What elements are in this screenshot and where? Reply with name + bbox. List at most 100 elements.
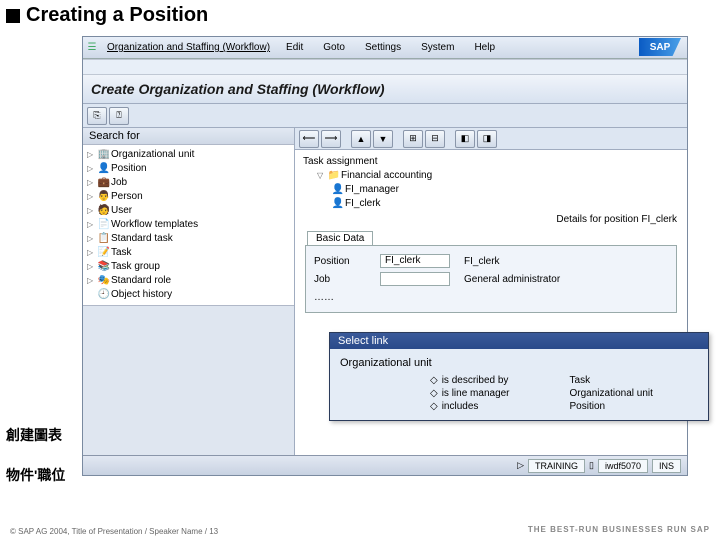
popup-columns: ◇is described by ◇is line manager ◇inclu… bbox=[340, 375, 698, 412]
window-title: Organization and Staffing (Workflow) bbox=[101, 42, 276, 53]
task-icon: 📝 bbox=[97, 247, 111, 258]
menu-system[interactable]: System bbox=[411, 42, 464, 53]
toolbar-btn-2[interactable]: ⍰ bbox=[109, 107, 129, 125]
search-list: ▷🏢Organizational unit ▷👤Position ▷💼Job ▷… bbox=[83, 145, 294, 306]
popup-heading: Organizational unit bbox=[340, 357, 698, 369]
collapse-icon[interactable]: ▽ bbox=[317, 171, 327, 180]
popup-title: Select link bbox=[330, 333, 708, 349]
toolbar-misc-4[interactable]: ◨ bbox=[477, 130, 497, 148]
menu-goto[interactable]: Goto bbox=[313, 42, 355, 53]
popup-right-col: Task Organizational unit Position bbox=[570, 375, 653, 412]
task-root[interactable]: ▽📁Financial accounting bbox=[303, 168, 679, 182]
annotation-2: 物件'職位 bbox=[6, 465, 65, 485]
toolbar-btn-1[interactable]: ⎘ bbox=[87, 107, 107, 125]
search-item-position[interactable]: ▷👤Position bbox=[87, 161, 290, 175]
task-tree: Task assignment ▽📁Financial accounting 👤… bbox=[295, 150, 687, 212]
position-name: FI_clerk bbox=[456, 256, 500, 267]
job-label: Job bbox=[314, 274, 374, 285]
expand-icon[interactable]: ▷ bbox=[87, 150, 97, 159]
status-arrow-icon: ▷ bbox=[517, 460, 524, 471]
expand-icon[interactable]: ▷ bbox=[87, 248, 97, 257]
search-item-history[interactable]: 🕘Object history bbox=[87, 287, 290, 301]
tab-basic-data[interactable]: Basic Data bbox=[307, 231, 687, 245]
position-label: Position bbox=[314, 256, 374, 267]
job-icon: 💼 bbox=[97, 177, 111, 188]
search-item-task[interactable]: ▷📝Task bbox=[87, 245, 290, 259]
search-header: Search for bbox=[83, 128, 294, 145]
menu-help[interactable]: Help bbox=[464, 42, 505, 53]
status-session: iwdf5070 bbox=[598, 459, 648, 473]
search-item-job[interactable]: ▷💼Job bbox=[87, 175, 290, 189]
expand-icon[interactable]: ▷ bbox=[87, 234, 97, 243]
details-header: Details for position FI_clerk bbox=[295, 212, 687, 227]
popup-left-col: ◇is described by ◇is line manager ◇inclu… bbox=[430, 375, 510, 412]
status-sep-icon: ▯ bbox=[589, 460, 594, 471]
search-panel: Search for ▷🏢Organizational unit ▷👤Posit… bbox=[83, 128, 295, 468]
expand-icon[interactable]: ▷ bbox=[87, 178, 97, 187]
app-toolbar: ⎘ ⍰ bbox=[83, 104, 687, 128]
toolbar-misc-2[interactable]: ⊟ bbox=[425, 130, 445, 148]
link-includes[interactable]: ◇includes bbox=[430, 401, 510, 412]
row-job: Job General administrator bbox=[314, 270, 668, 288]
expand-icon[interactable]: ▷ bbox=[87, 276, 97, 285]
expand-icon[interactable]: ▷ bbox=[87, 262, 97, 271]
link-line-manager[interactable]: ◇is line manager bbox=[430, 388, 510, 399]
status-mode: INS bbox=[652, 459, 681, 473]
search-item-org-unit[interactable]: ▷🏢Organizational unit bbox=[87, 147, 290, 161]
search-item-person[interactable]: ▷👨Person bbox=[87, 189, 290, 203]
task-child-1[interactable]: 👤FI_manager bbox=[303, 182, 679, 196]
stdrole-icon: 🎭 bbox=[97, 275, 111, 286]
link-target-position: Position bbox=[570, 401, 653, 412]
expand-icon[interactable]: ▷ bbox=[87, 206, 97, 215]
task-header: Task assignment bbox=[303, 154, 679, 168]
page-title: Create Organization and Staffing (Workfl… bbox=[83, 75, 687, 104]
annotation-1: 創建圖表 bbox=[6, 425, 62, 445]
person-icon: 👨 bbox=[97, 191, 111, 202]
menubar: ☰ Organization and Staffing (Workflow) E… bbox=[83, 37, 687, 59]
org-unit-icon: 🏢 bbox=[97, 149, 111, 160]
expand-icon[interactable]: ▷ bbox=[87, 192, 97, 201]
details-toolbar: ⟵ ⟶ ▲ ▼ ⊞ ⊟ ◧ ◨ bbox=[295, 128, 687, 150]
bullet-icon: ◇ bbox=[430, 375, 438, 386]
position-icon: 👤 bbox=[331, 184, 345, 195]
search-item-taskgroup[interactable]: ▷📚Task group bbox=[87, 259, 290, 273]
task-child-2[interactable]: 👤FI_clerk bbox=[303, 196, 679, 210]
nav-up-button[interactable]: ▲ bbox=[351, 130, 371, 148]
toolbar-misc-1[interactable]: ⊞ bbox=[403, 130, 423, 148]
command-bar bbox=[83, 59, 687, 75]
menu-settings[interactable]: Settings bbox=[355, 42, 411, 53]
window-menu-icon[interactable]: ☰ bbox=[83, 42, 101, 53]
link-target-task: Task bbox=[570, 375, 653, 386]
position-icon: 👤 bbox=[331, 198, 345, 209]
bullet-icon: ◇ bbox=[430, 388, 438, 399]
job-code-field[interactable] bbox=[380, 272, 450, 286]
basic-data-form: Position FI_clerk FI_clerk Job General a… bbox=[305, 245, 677, 313]
workflow-icon: 📄 bbox=[97, 219, 111, 230]
nav-prev-button[interactable]: ⟵ bbox=[299, 130, 319, 148]
slide-title: Creating a Position bbox=[0, 0, 720, 33]
status-client: TRAINING bbox=[528, 459, 585, 473]
taskgroup-icon: 📚 bbox=[97, 261, 111, 272]
position-icon: 👤 bbox=[97, 163, 111, 174]
nav-next-button[interactable]: ⟶ bbox=[321, 130, 341, 148]
menu-edit[interactable]: Edit bbox=[276, 42, 313, 53]
job-name: General administrator bbox=[456, 274, 560, 285]
link-described-by[interactable]: ◇is described by bbox=[430, 375, 510, 386]
row-position: Position FI_clerk FI_clerk bbox=[314, 252, 668, 270]
expand-icon[interactable]: ▷ bbox=[87, 164, 97, 173]
position-code-field[interactable]: FI_clerk bbox=[380, 254, 450, 268]
search-item-stdrole[interactable]: ▷🎭Standard role bbox=[87, 273, 290, 287]
search-item-user[interactable]: ▷🧑User bbox=[87, 203, 290, 217]
bullet-icon: ◇ bbox=[430, 401, 438, 412]
expand-icon[interactable]: ▷ bbox=[87, 220, 97, 229]
popup-body: Organizational unit ◇is described by ◇is… bbox=[330, 349, 708, 420]
search-item-workflow[interactable]: ▷📄Workflow templates bbox=[87, 217, 290, 231]
nav-down-button[interactable]: ▼ bbox=[373, 130, 393, 148]
search-item-stdtask[interactable]: ▷📋Standard task bbox=[87, 231, 290, 245]
user-icon: 🧑 bbox=[97, 205, 111, 216]
row-more: …… bbox=[314, 288, 668, 306]
statusbar: ▷ TRAINING ▯ iwdf5070 INS bbox=[83, 455, 687, 475]
toolbar-misc-3[interactable]: ◧ bbox=[455, 130, 475, 148]
folder-icon: 📁 bbox=[327, 170, 341, 181]
footer-brand: THE BEST-RUN BUSINESSES RUN SAP bbox=[528, 525, 710, 534]
